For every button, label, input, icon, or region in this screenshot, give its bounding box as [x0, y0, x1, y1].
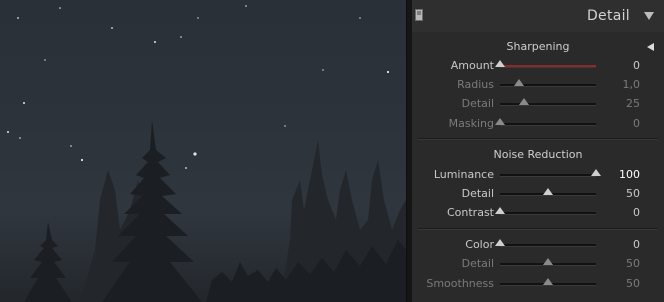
slider-label: Detail	[461, 97, 494, 110]
section-title-noise-reduction: Noise Reduction	[493, 148, 583, 161]
slider-row-sharpen-detail[interactable]: Detail 25	[412, 95, 664, 113]
slider-thumb[interactable]	[495, 118, 505, 125]
slider-thumb[interactable]	[519, 98, 529, 105]
slider-thumb[interactable]	[495, 60, 505, 67]
slider-track[interactable]	[500, 258, 596, 266]
slider-label: Masking	[448, 117, 494, 130]
panel-body: Sharpening Amount 0 Radius 1,0 Detail 25	[412, 32, 664, 302]
panel-title: Detail	[586, 8, 630, 24]
slider-label: Contrast	[446, 206, 494, 219]
slider-track[interactable]	[500, 98, 596, 106]
slider-label: Smoothness	[426, 277, 494, 290]
slider-row-noise-detail[interactable]: Detail 50	[412, 185, 664, 203]
slider-thumb[interactable]	[591, 169, 601, 176]
slider-track[interactable]	[495, 60, 596, 68]
slider-row-radius[interactable]: Radius 1,0	[412, 76, 664, 94]
slider-value[interactable]: 100	[619, 168, 640, 181]
slider-label: Radius	[457, 78, 494, 91]
slider-track[interactable]	[500, 188, 596, 196]
slider-label: Color	[465, 238, 494, 251]
slider-row-luminance[interactable]: Luminance 100	[412, 166, 664, 184]
slider-value[interactable]: 1,0	[623, 78, 641, 91]
slider-value[interactable]: 50	[626, 277, 640, 290]
triangle-down-icon[interactable]	[644, 12, 654, 20]
slider-value[interactable]: 0	[633, 59, 640, 72]
slider-track[interactable]	[495, 239, 596, 247]
slider-track[interactable]	[500, 79, 596, 87]
section-divider	[418, 228, 658, 229]
slider-thumb[interactable]	[543, 258, 553, 265]
panel-toggle-icon[interactable]	[415, 9, 423, 21]
slider-thumb[interactable]	[495, 239, 505, 246]
night-sky-image	[7, 5, 406, 302]
photo-preview	[0, 0, 406, 302]
slider-value[interactable]: 0	[633, 238, 640, 251]
slider-track[interactable]	[495, 207, 596, 215]
detail-panel: Detail Sharpening Amount 0 Radius 1,0 De…	[412, 0, 664, 302]
slider-track[interactable]	[500, 278, 596, 286]
slider-thumb[interactable]	[543, 188, 553, 195]
slider-thumb[interactable]	[514, 79, 525, 86]
slider-value[interactable]: 0	[633, 117, 640, 130]
slider-thumb[interactable]	[495, 207, 505, 214]
panel-header[interactable]: Detail	[412, 0, 664, 33]
slider-value[interactable]: 0	[633, 206, 640, 219]
slider-label: Amount	[450, 59, 494, 72]
slider-row-masking[interactable]: Masking 0	[412, 115, 664, 133]
triangle-left-icon[interactable]	[647, 43, 654, 51]
slider-fill	[500, 65, 596, 67]
slider-label: Detail	[461, 187, 494, 200]
slider-row-color-detail[interactable]: Detail 50	[412, 255, 664, 273]
slider-value[interactable]: 50	[626, 257, 640, 270]
section-title-sharpening: Sharpening	[506, 40, 570, 53]
slider-value[interactable]: 50	[626, 187, 640, 200]
slider-label: Detail	[461, 257, 494, 270]
slider-label: Luminance	[433, 168, 494, 181]
slider-row-amount[interactable]: Amount 0	[412, 57, 664, 75]
slider-track[interactable]	[495, 118, 596, 126]
slider-track[interactable]	[500, 169, 601, 177]
slider-row-smoothness[interactable]: Smoothness 50	[412, 275, 664, 293]
slider-row-color[interactable]: Color 0	[412, 236, 664, 254]
slider-row-contrast[interactable]: Contrast 0	[412, 204, 664, 222]
slider-thumb[interactable]	[543, 278, 553, 285]
slider-value[interactable]: 25	[626, 97, 640, 110]
section-divider	[418, 138, 658, 139]
